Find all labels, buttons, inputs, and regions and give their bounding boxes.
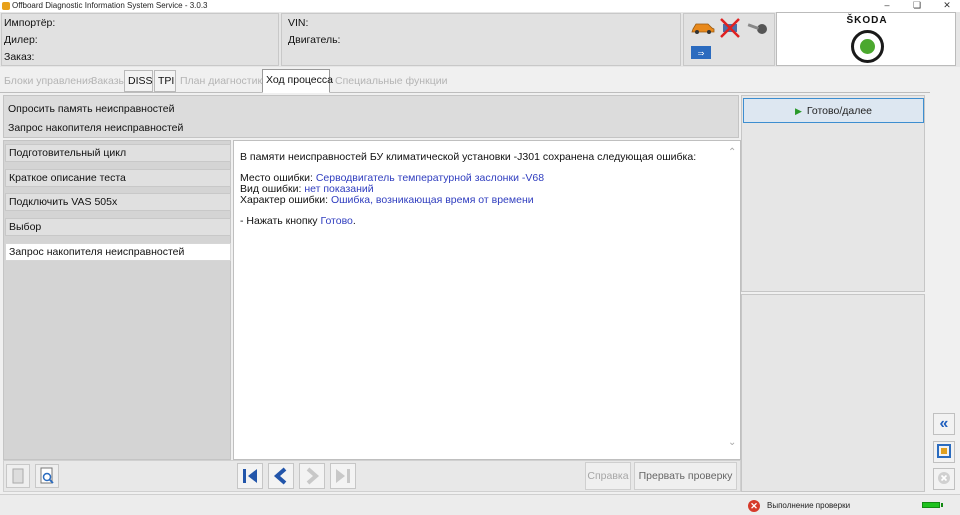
step-item-active[interactable]: Запрос накопителя неисправностей [5, 243, 231, 261]
brand-logo: ŠKODA [776, 12, 956, 66]
fit-window-icon[interactable] [933, 441, 955, 463]
step-item[interactable]: Подготовительный цикл [5, 144, 231, 162]
tab-bar: Блоки управления Заказы DISS TPI План ди… [0, 68, 930, 93]
process-header: Опросить память неисправностей Запрос на… [3, 95, 739, 138]
help-button: Справка [585, 462, 631, 490]
fault-nature-line: Характер ошибки: Ошибка, возникающая вре… [240, 194, 534, 206]
usb-icon: ⇒ [691, 46, 711, 59]
steps-list: Подготовительный цикл Краткое описание т… [3, 140, 231, 460]
vehicle-info-box [281, 13, 681, 66]
tab-special-functions: Специальные функции [335, 75, 448, 87]
tab-process[interactable]: Ход процесса [262, 69, 333, 93]
app-icon [2, 2, 10, 10]
fault-intro-text: В памяти неисправностей БУ климатической… [240, 151, 697, 163]
abort-test-button[interactable]: Прервать проверку [634, 462, 737, 490]
ready-next-label: Готово/далее [806, 105, 873, 117]
importer-label: Импортёр: [4, 17, 56, 29]
tab-diagnostic-plan: План диагностики [180, 75, 268, 87]
collapse-panel-icon[interactable]: « [933, 413, 955, 435]
brand-name: ŠKODA [846, 15, 888, 26]
action-line: - Нажать кнопку Готово. [240, 215, 356, 227]
document-icon[interactable] [6, 464, 30, 488]
process-title: Опросить память неисправностей [8, 103, 175, 115]
dealer-label: Дилер: [4, 34, 38, 46]
scroll-up-icon[interactable]: ⌃ [728, 147, 736, 158]
action-prefix: - Нажать кнопку [240, 215, 321, 227]
battery-tip [941, 503, 943, 507]
battery-icon [922, 502, 940, 508]
cancel-icon [933, 468, 955, 490]
vin-label: VIN: [288, 17, 309, 29]
action-suffix: . [352, 215, 356, 227]
crossed-vehicle-icon [720, 18, 740, 38]
play-icon: ▶ [794, 106, 802, 116]
restore-icon[interactable]: ❏ [906, 0, 928, 12]
order-label: Заказ: [4, 51, 35, 63]
tab-tpi[interactable]: TPI [154, 70, 176, 92]
previous-page-icon[interactable] [268, 463, 294, 489]
skoda-emblem-icon [851, 30, 884, 63]
process-subtitle: Запрос накопителя неисправностей [8, 122, 184, 134]
engine-label: Двигатель: [288, 34, 341, 46]
last-page-icon [330, 463, 356, 489]
fault-nature-label: Характер ошибки: [240, 194, 331, 206]
scroll-down-icon[interactable]: ⌄ [728, 437, 736, 448]
error-status-icon: ✕ [748, 500, 760, 512]
step-item[interactable]: Краткое описание теста [5, 169, 231, 187]
step-item[interactable]: Подключить VAS 505x [5, 193, 231, 211]
instruction-content: В памяти неисправностей БУ климатической… [233, 140, 741, 460]
key-icon [747, 23, 767, 34]
tab-diss[interactable]: DISS [124, 70, 153, 92]
car-icon [691, 23, 715, 34]
status-text: Выполнение проверки [767, 501, 851, 510]
zoom-document-icon[interactable] [35, 464, 59, 488]
action-panel: ▶ Готово/далее [741, 95, 925, 292]
first-page-icon[interactable] [237, 463, 263, 489]
status-bar: ✕ Выполнение проверки [0, 494, 960, 515]
title-bar: Offboard Diagnostic Information System S… [0, 0, 960, 12]
skoda-emblem-inner [860, 39, 875, 54]
svg-text:⇒: ⇒ [698, 49, 705, 58]
ready-next-button[interactable]: ▶ Готово/далее [743, 98, 924, 123]
action-ready-link: Готово [320, 215, 353, 227]
tab-control-units: Блоки управления [4, 75, 94, 87]
fault-nature-value: Ошибка, возникающая время от времени [330, 194, 534, 206]
close-icon[interactable]: ✕ [936, 0, 958, 12]
bottom-toolbar: Справка Прервать проверку [3, 460, 741, 492]
window-title: Offboard Diagnostic Information System S… [12, 1, 208, 10]
minimize-icon[interactable]: – [876, 0, 898, 12]
info-panel [741, 294, 925, 492]
next-page-icon [299, 463, 325, 489]
step-item[interactable]: Выбор [5, 218, 231, 236]
